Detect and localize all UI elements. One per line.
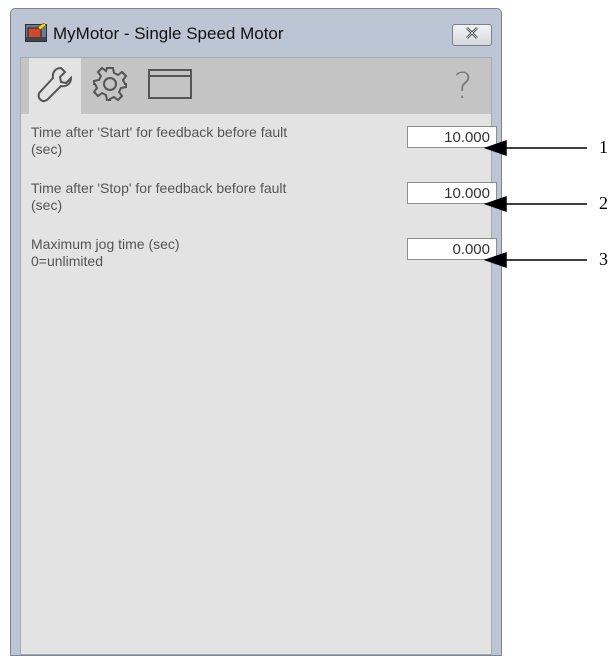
start-feedback-time-input[interactable] bbox=[407, 126, 497, 148]
motor-app-icon bbox=[25, 22, 47, 43]
parameter-label-line1: Maximum jog time (sec) bbox=[31, 236, 180, 252]
faceplate-window: MyMotor - Single Speed Motor ? Time afte… bbox=[10, 8, 502, 656]
window-title: MyMotor - Single Speed Motor bbox=[53, 24, 284, 43]
parameter-label: Time after 'Stop' for feedback before fa… bbox=[31, 180, 331, 214]
parameter-label-line1: Time after 'Start' for feedback before f… bbox=[31, 124, 288, 140]
wrench-icon bbox=[35, 64, 75, 109]
tab-advanced[interactable] bbox=[139, 58, 201, 114]
title-bar[interactable]: MyMotor - Single Speed Motor bbox=[11, 9, 501, 57]
callout-number-3: 3 bbox=[599, 249, 608, 269]
parameter-row-stop-feedback: Time after 'Stop' for feedback before fa… bbox=[31, 180, 497, 224]
help-icon: ? bbox=[453, 65, 473, 107]
toolbar: ? bbox=[21, 58, 491, 114]
callout-number-1: 1 bbox=[599, 137, 608, 157]
parameter-label-line1: Time after 'Stop' for feedback before fa… bbox=[31, 180, 287, 196]
window-icon bbox=[147, 68, 193, 105]
faceplate-client-area: ? Time after 'Start' for feedback before… bbox=[20, 57, 497, 655]
stop-feedback-time-input[interactable] bbox=[407, 182, 497, 204]
parameter-row-start-feedback: Time after 'Start' for feedback before f… bbox=[31, 124, 497, 168]
parameter-row-max-jog-time: Maximum jog time (sec) 0=unlimited bbox=[31, 236, 497, 280]
help-button[interactable]: ? bbox=[443, 62, 483, 110]
parameter-label: Maximum jog time (sec) 0=unlimited bbox=[31, 236, 331, 270]
close-button[interactable] bbox=[452, 24, 492, 46]
tab-maintenance[interactable] bbox=[29, 58, 81, 114]
gear-icon bbox=[91, 65, 129, 108]
parameter-label-line2: 0=unlimited bbox=[31, 253, 103, 269]
close-icon bbox=[465, 26, 479, 44]
callout-number-2: 2 bbox=[599, 193, 608, 213]
max-jog-time-input[interactable] bbox=[407, 238, 497, 260]
parameter-label: Time after 'Start' for feedback before f… bbox=[31, 124, 331, 158]
parameter-label-line2: (sec) bbox=[31, 197, 63, 213]
parameter-label-line2: (sec) bbox=[31, 141, 63, 157]
tab-configuration[interactable] bbox=[83, 58, 137, 114]
